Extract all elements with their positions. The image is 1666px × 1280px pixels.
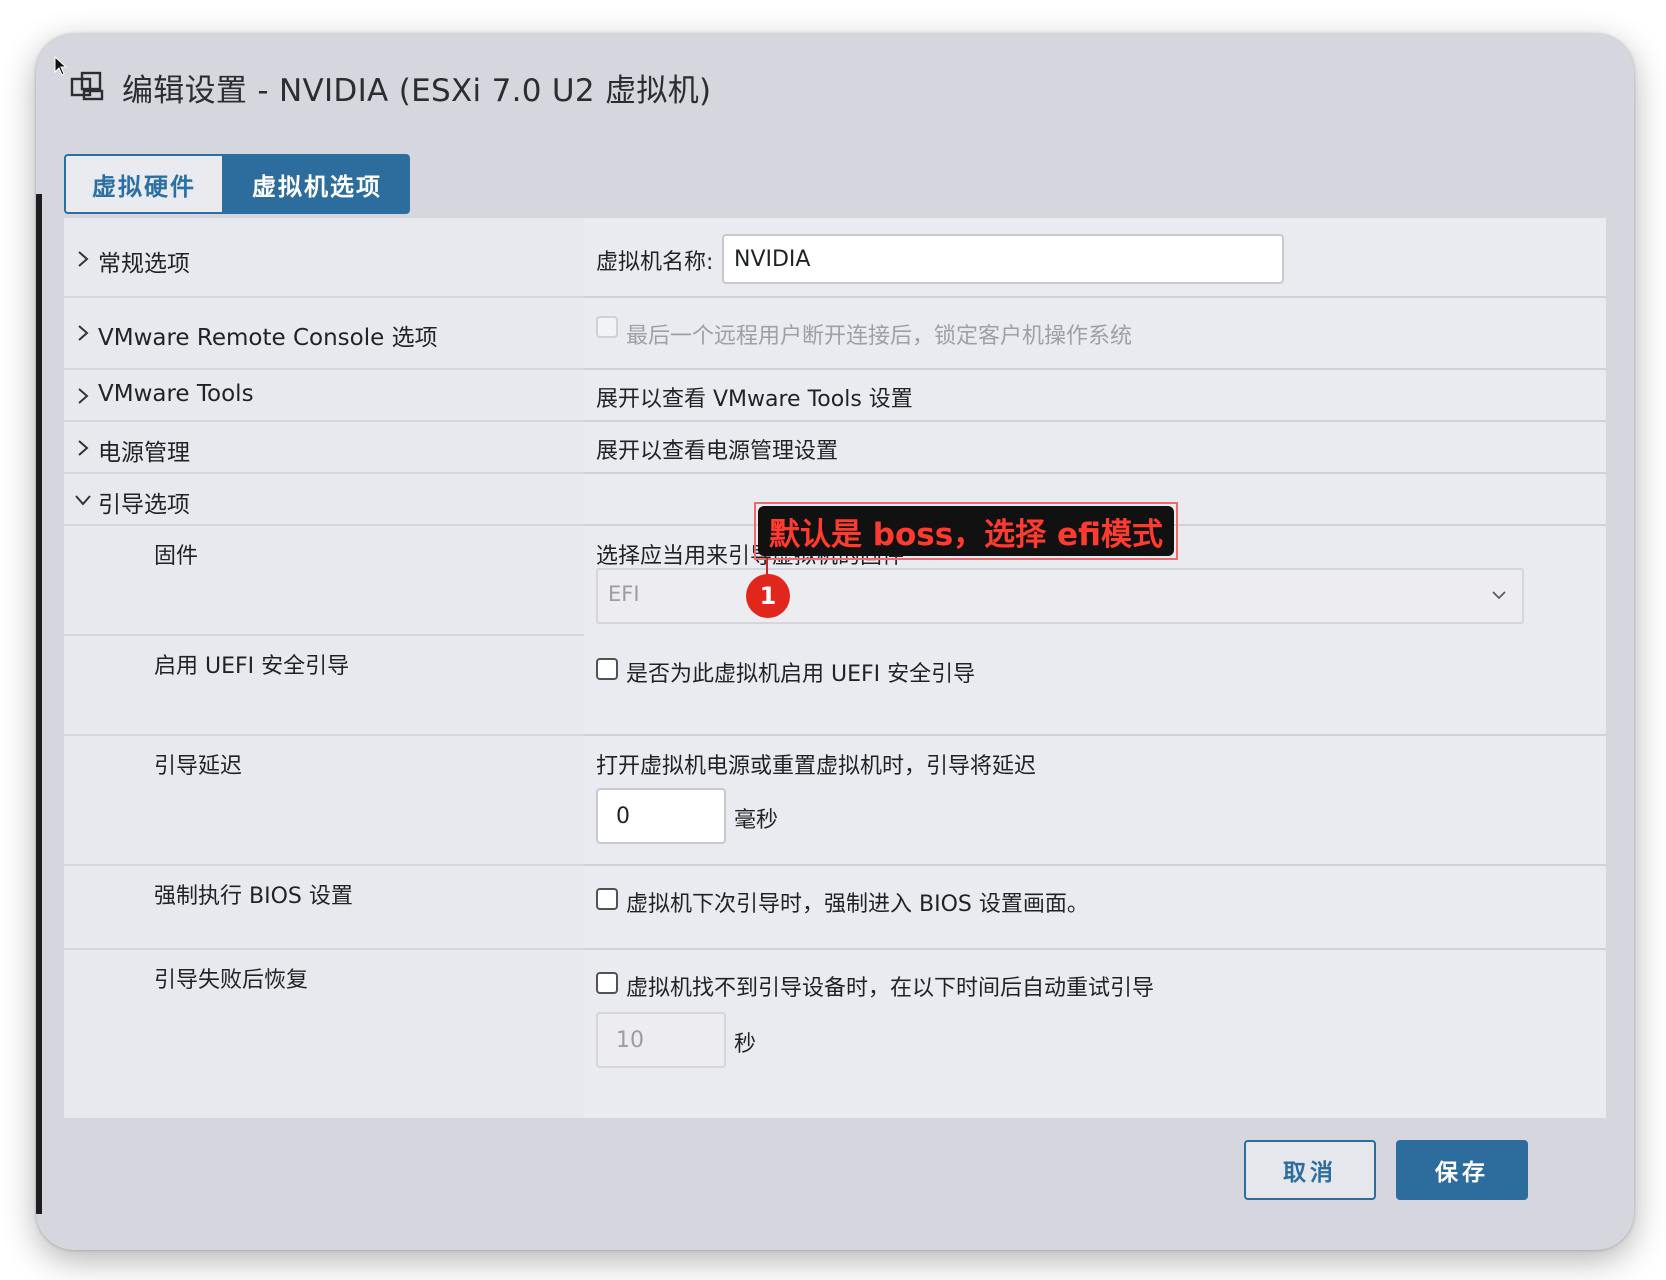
dialog-title: 编辑设置 - NVIDIA (ESXi 7.0 U2 虚拟机) xyxy=(122,72,712,109)
firmware-select-value: EFI xyxy=(608,582,640,606)
lock-guest-text: 最后一个远程用户断开连接后，锁定客户机操作系统 xyxy=(626,324,1133,349)
power-value-cell: 展开以查看电源管理设置 xyxy=(584,422,1606,474)
section-vmware-tools[interactable]: VMware Tools xyxy=(64,370,584,422)
failed-boot-delay-input xyxy=(596,1012,726,1068)
secure-boot-label: 启用 UEFI 安全引导 xyxy=(154,654,350,679)
annotation-callout: 默认是 boss，选择 efi模式 xyxy=(754,502,1178,560)
row-force-bios: 强制执行 BIOS 设置 xyxy=(64,866,584,950)
boot-delay-input[interactable] xyxy=(596,788,726,844)
secure-boot-checkbox[interactable] xyxy=(596,658,618,680)
vm-options-panel: 常规选项 VMware Remote Console 选项 VMware Too… xyxy=(64,218,1606,1118)
annotation-marker: 1 xyxy=(746,574,790,618)
chevron-right-icon[interactable] xyxy=(74,324,92,342)
chevron-right-icon[interactable] xyxy=(74,387,92,405)
secure-boot-value-cell: 是否为此虚拟机启用 UEFI 安全引导 xyxy=(584,636,1606,736)
dialog-footer: 取消 保存 xyxy=(36,1118,1634,1250)
section-remote-console[interactable]: VMware Remote Console 选项 xyxy=(64,298,584,370)
vm-name-label: 虚拟机名称: xyxy=(596,250,714,275)
chevron-down-icon xyxy=(1492,591,1506,600)
section-general[interactable]: 常规选项 xyxy=(64,224,584,298)
row-firmware: 固件 xyxy=(64,526,584,636)
chevron-down-icon[interactable] xyxy=(74,491,92,509)
section-vmware-tools-label: VMware Tools xyxy=(98,381,254,407)
vm-name-input[interactable] xyxy=(722,234,1284,284)
annotation-text: 默认是 boss，选择 efi模式 xyxy=(758,506,1174,556)
tools-summary: 展开以查看 VMware Tools 设置 xyxy=(596,387,913,412)
row-boot-delay: 引导延迟 xyxy=(64,736,584,866)
secure-boot-text: 是否为此虚拟机启用 UEFI 安全引导 xyxy=(626,662,976,687)
cancel-button[interactable]: 取消 xyxy=(1244,1140,1376,1200)
window-edge xyxy=(36,194,42,1214)
section-boot-label: 引导选项 xyxy=(98,492,190,518)
row-secure-boot: 启用 UEFI 安全引导 xyxy=(64,636,584,736)
force-bios-text: 虚拟机下次引导时，强制进入 BIOS 设置画面。 xyxy=(626,892,1089,917)
boot-delay-description: 打开虚拟机电源或重置虚拟机时，引导将延迟 xyxy=(596,754,1037,779)
tools-value-cell: 展开以查看 VMware Tools 设置 xyxy=(584,370,1606,422)
title-bar: 编辑设置 - NVIDIA (ESXi 7.0 U2 虚拟机) xyxy=(58,56,711,118)
power-summary: 展开以查看电源管理设置 xyxy=(596,439,839,464)
tab-virtual-hardware[interactable]: 虚拟硬件 xyxy=(64,154,224,214)
section-boot[interactable]: 引导选项 xyxy=(64,474,584,526)
section-power[interactable]: 电源管理 xyxy=(64,422,584,474)
general-value-cell: 虚拟机名称: xyxy=(584,224,1606,298)
settings-values-column: 虚拟机名称: 最后一个远程用户断开连接后，锁定客户机操作系统 展开以查看 VMw… xyxy=(584,218,1606,1118)
force-bios-value-cell: 虚拟机下次引导时，强制进入 BIOS 设置画面。 xyxy=(584,866,1606,950)
boot-delay-label: 引导延迟 xyxy=(154,754,243,779)
failed-boot-unit: 秒 xyxy=(734,1032,757,1057)
boot-delay-unit: 毫秒 xyxy=(734,808,779,833)
vm-icon xyxy=(70,71,104,101)
force-bios-label: 强制执行 BIOS 设置 xyxy=(154,884,353,909)
chevron-right-icon[interactable] xyxy=(74,439,92,457)
section-general-label: 常规选项 xyxy=(98,251,190,277)
save-button[interactable]: 保存 xyxy=(1396,1140,1528,1200)
section-remote-console-label: VMware Remote Console 选项 xyxy=(98,325,438,351)
failed-boot-checkbox[interactable] xyxy=(596,972,618,994)
chevron-right-icon[interactable] xyxy=(74,250,92,268)
failed-boot-value-cell: 虚拟机找不到引导设备时，在以下时间后自动重试引导 秒 xyxy=(584,950,1606,1118)
firmware-select[interactable]: EFI xyxy=(596,568,1524,624)
lock-guest-checkbox xyxy=(596,316,618,338)
boot-delay-value-cell: 打开虚拟机电源或重置虚拟机时，引导将延迟 毫秒 xyxy=(584,736,1606,866)
failed-boot-text: 虚拟机找不到引导设备时，在以下时间后自动重试引导 xyxy=(626,976,1155,1001)
firmware-label: 固件 xyxy=(154,544,199,569)
edit-settings-dialog: 编辑设置 - NVIDIA (ESXi 7.0 U2 虚拟机) 虚拟硬件 虚拟机… xyxy=(36,34,1634,1250)
tab-vm-options[interactable]: 虚拟机选项 xyxy=(224,154,410,214)
section-power-label: 电源管理 xyxy=(98,440,190,466)
tab-bar: 虚拟硬件 虚拟机选项 xyxy=(64,154,410,218)
remote-console-value-cell: 最后一个远程用户断开连接后，锁定客户机操作系统 xyxy=(584,298,1606,370)
settings-labels-column: 常规选项 VMware Remote Console 选项 VMware Too… xyxy=(64,218,584,1118)
failed-boot-label: 引导失败后恢复 xyxy=(154,968,309,993)
row-failed-boot: 引导失败后恢复 xyxy=(64,950,584,1118)
force-bios-checkbox[interactable] xyxy=(596,888,618,910)
